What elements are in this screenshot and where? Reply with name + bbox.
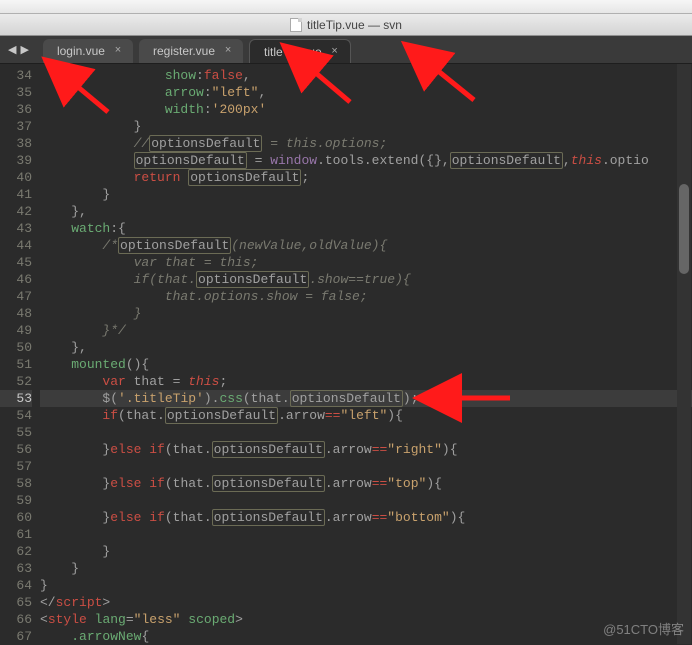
close-icon[interactable]: × (328, 44, 342, 58)
close-icon[interactable]: × (111, 43, 125, 57)
window-titlebar: titleTip.vue — svn (0, 14, 692, 36)
nav-back-icon[interactable]: ◀ (8, 43, 16, 57)
line-number-gutter: 3435363738394041424344454647484950515253… (0, 64, 38, 644)
mac-menubar (0, 0, 692, 14)
tab-login[interactable]: login.vue × (43, 39, 133, 63)
nav-forward-icon[interactable]: ▶ (20, 43, 28, 57)
tab-bar: ◀ ▶ login.vue × register.vue × titleTip.… (0, 36, 692, 64)
scrollbar-thumb[interactable] (679, 184, 689, 274)
tab-label: login.vue (57, 44, 105, 58)
window-title: titleTip.vue — svn (307, 18, 402, 32)
code-area[interactable]: show:false, arrow:"left", width:'200px' … (38, 64, 692, 644)
document-icon (290, 18, 302, 32)
tab-label: titleTip.vue (264, 45, 322, 59)
code-editor[interactable]: 3435363738394041424344454647484950515253… (0, 64, 692, 644)
tab-register[interactable]: register.vue × (139, 39, 243, 63)
vertical-scrollbar[interactable] (677, 64, 691, 644)
nav-arrows: ◀ ▶ (0, 36, 37, 63)
close-icon[interactable]: × (221, 43, 235, 57)
tab-titletip[interactable]: titleTip.vue × (249, 39, 351, 63)
tab-label: register.vue (153, 44, 215, 58)
